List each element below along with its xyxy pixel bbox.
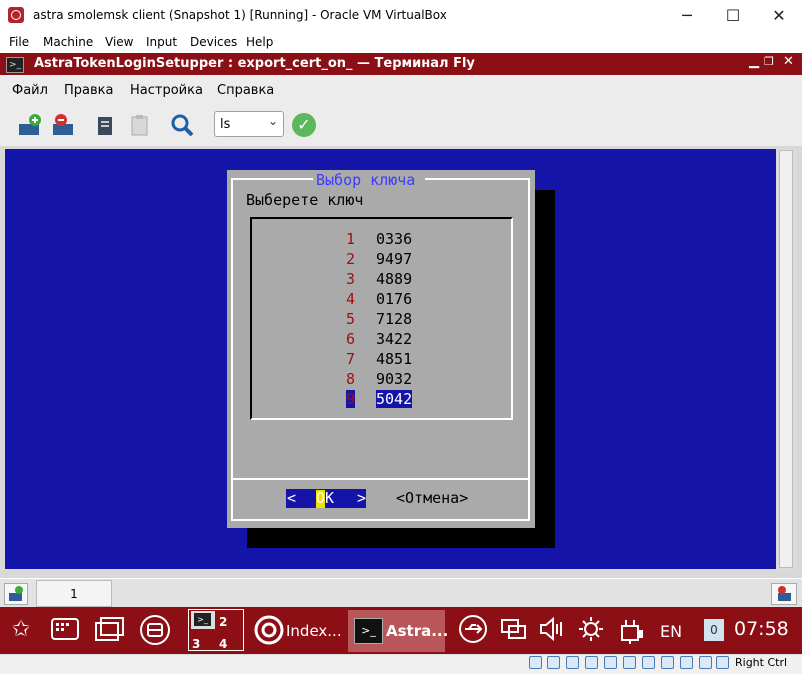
dialog-prompt: Выберете ключ bbox=[246, 191, 364, 209]
maximize-button[interactable]: ☐ bbox=[710, 0, 756, 31]
windows-switcher-icon[interactable] bbox=[92, 614, 126, 646]
list-item-number[interactable]: 2 bbox=[346, 250, 355, 268]
menu-help[interactable]: Help bbox=[246, 35, 273, 49]
brightness-icon[interactable] bbox=[574, 614, 608, 646]
notifications-badge[interactable]: 0 bbox=[704, 619, 724, 641]
optical-drive-icon[interactable] bbox=[547, 656, 560, 669]
minimize-button[interactable]: ─ bbox=[664, 0, 710, 31]
chevron-down-icon: ⌄ bbox=[268, 114, 279, 128]
terminal-window-title: AstraTokenLoginSetupper : export_cert_on… bbox=[34, 56, 475, 71]
terminal-minimize-icon[interactable]: ▁ bbox=[749, 54, 759, 69]
usb-icon[interactable] bbox=[456, 614, 490, 646]
list-item-number[interactable]: 6 bbox=[346, 330, 355, 348]
list-item-number-selected[interactable]: 9 bbox=[346, 390, 356, 408]
display-icon[interactable] bbox=[642, 656, 655, 669]
menu-file[interactable]: File bbox=[9, 35, 29, 49]
dialog-title: Выбор ключа bbox=[316, 171, 416, 189]
search-icon[interactable] bbox=[168, 112, 196, 138]
start-menu-star-icon[interactable]: ✩ bbox=[4, 614, 38, 646]
host-key-label: Right Ctrl bbox=[735, 656, 788, 669]
menu-pravka[interactable]: Правка bbox=[64, 83, 113, 98]
menu-machine[interactable]: Machine bbox=[43, 35, 93, 49]
new-session-icon[interactable] bbox=[16, 112, 44, 138]
audio-icon[interactable] bbox=[566, 656, 579, 669]
desktop-2[interactable]: 2 bbox=[219, 615, 227, 629]
mouse-integration-icon[interactable] bbox=[716, 656, 729, 669]
list-item-value[interactable]: 9497 bbox=[376, 250, 412, 268]
menu-spravka[interactable]: Справка bbox=[217, 83, 274, 98]
volume-icon[interactable] bbox=[534, 614, 568, 646]
list-item-value[interactable]: 0336 bbox=[376, 230, 412, 248]
taskbar-item-astra-label: Astra... bbox=[386, 622, 449, 640]
copy-icon[interactable] bbox=[92, 112, 120, 138]
clock[interactable]: 07:58 bbox=[734, 618, 789, 640]
list-item-number[interactable]: 5 bbox=[346, 310, 355, 328]
ok-button-label: OK bbox=[316, 489, 335, 507]
list-item-number[interactable]: 4 bbox=[346, 290, 355, 308]
network-adapter-icon[interactable] bbox=[585, 656, 598, 669]
shared-folders-icon[interactable] bbox=[623, 656, 636, 669]
taskbar-item-index-label: Index... bbox=[286, 622, 342, 640]
app-launcher-icon[interactable] bbox=[48, 614, 82, 646]
desktop-3[interactable]: 3 bbox=[192, 637, 200, 651]
terminal-tab-1[interactable]: 1 bbox=[36, 580, 112, 607]
network-icon[interactable] bbox=[496, 614, 530, 646]
close-tab-button[interactable] bbox=[771, 583, 797, 605]
menu-fail[interactable]: Файл bbox=[12, 83, 48, 98]
list-item-value[interactable]: 0176 bbox=[376, 290, 412, 308]
desktop-1-thumbnail[interactable]: >_ bbox=[191, 611, 215, 629]
browser-icon bbox=[254, 615, 284, 648]
menu-nastroyka[interactable]: Настройка bbox=[130, 83, 203, 98]
list-item-number[interactable]: 3 bbox=[346, 270, 355, 288]
power-plug-icon[interactable] bbox=[614, 614, 648, 646]
menu-devices[interactable]: Devices bbox=[190, 35, 237, 49]
terminal-close-icon[interactable]: ✕ bbox=[783, 54, 794, 69]
guest-additions-icon[interactable] bbox=[699, 656, 712, 669]
hard-disk-icon[interactable] bbox=[529, 656, 542, 669]
usb-devices-icon[interactable] bbox=[604, 656, 617, 669]
menu-input[interactable]: Input bbox=[146, 35, 177, 49]
run-check-icon[interactable]: ✓ bbox=[292, 113, 316, 137]
ok-bracket-left: < bbox=[287, 489, 297, 507]
list-item-number[interactable]: 7 bbox=[346, 350, 355, 368]
list-item-value[interactable]: 3422 bbox=[376, 330, 412, 348]
terminal-icon: >_ bbox=[6, 57, 24, 73]
scrollbar-thumb[interactable] bbox=[779, 150, 793, 568]
list-item-value[interactable]: 4851 bbox=[376, 350, 412, 368]
list-item-value[interactable]: 7128 bbox=[376, 310, 412, 328]
desktop-4[interactable]: 4 bbox=[219, 637, 227, 651]
list-item-value-selected[interactable]: 5042 bbox=[376, 390, 413, 408]
terminal-menubar bbox=[0, 75, 802, 104]
ok-bracket-right: > bbox=[357, 489, 367, 507]
terminal-app-icon: >_ bbox=[354, 618, 383, 644]
cancel-button[interactable]: <Отмена> bbox=[396, 489, 468, 507]
cpu-icon[interactable] bbox=[680, 656, 693, 669]
list-item-value[interactable]: 4889 bbox=[376, 270, 412, 288]
recording-icon[interactable] bbox=[661, 656, 674, 669]
menu-view[interactable]: View bbox=[105, 35, 133, 49]
desktop-switcher[interactable]: >_ 2 3 4 bbox=[188, 609, 244, 651]
vbox-window-title: astra smolemsk client (Snapshot 1) [Runn… bbox=[33, 8, 447, 22]
dialog-button-frame bbox=[231, 478, 530, 521]
file-manager-icon[interactable] bbox=[138, 614, 172, 646]
keyboard-layout-indicator[interactable]: EN bbox=[660, 622, 682, 641]
paste-icon[interactable] bbox=[126, 112, 154, 138]
close-session-icon[interactable] bbox=[50, 112, 78, 138]
virtualbox-app-icon bbox=[8, 7, 24, 23]
list-item-value[interactable]: 9032 bbox=[376, 370, 412, 388]
close-button[interactable]: ✕ bbox=[756, 0, 802, 31]
new-tab-button[interactable] bbox=[4, 583, 28, 605]
terminal-tab-bar bbox=[0, 579, 802, 607]
terminal-toolbar bbox=[0, 104, 802, 146]
command-select-value: ls bbox=[220, 117, 231, 132]
list-item-number[interactable]: 1 bbox=[346, 230, 355, 248]
terminal-restore-icon[interactable]: ❐ bbox=[764, 55, 774, 68]
list-item-number[interactable]: 8 bbox=[346, 370, 355, 388]
